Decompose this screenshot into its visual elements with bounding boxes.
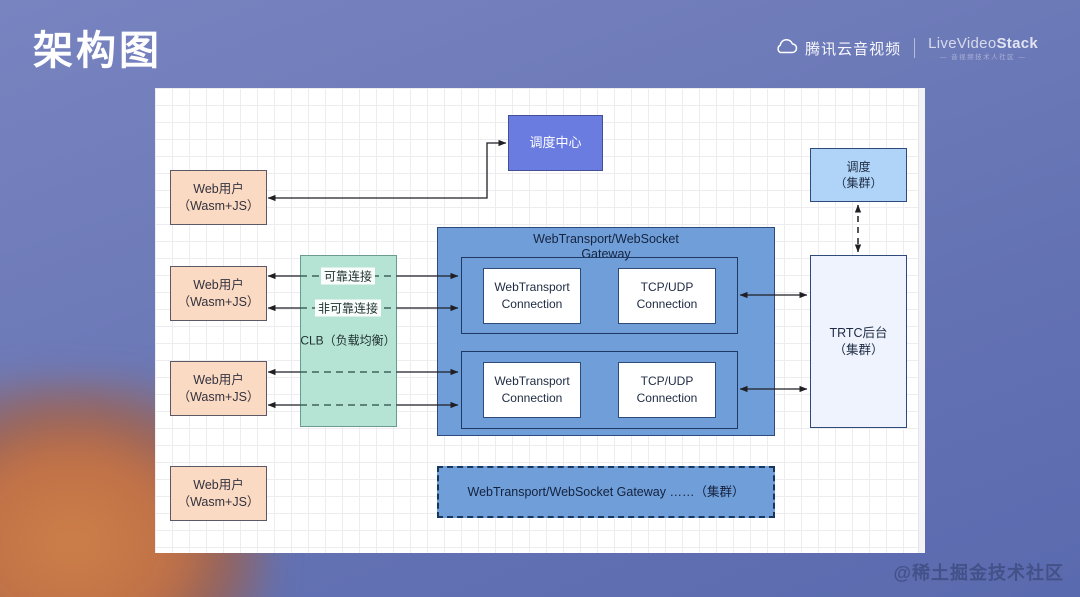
trtc-sublabel: （集群） xyxy=(833,342,884,357)
web-user-box-4: Web用户 （Wasm+JS） xyxy=(170,466,267,521)
web-user-sublabel: （Wasm+JS） xyxy=(177,389,260,404)
diagram-canvas: 调度中心 Web用户 （Wasm+JS） Web用户 （Wasm+JS） Web… xyxy=(155,88,925,553)
webtransport-connection-box-1: WebTransport Connection xyxy=(483,267,581,324)
web-user-box-2: Web用户 （Wasm+JS） xyxy=(170,266,267,321)
header-logos: 腾讯云音视频 LiveVideoStack — 音视频技术人社区 — xyxy=(774,35,1038,61)
web-user-label: Web用户 xyxy=(193,181,244,196)
gateway-cluster-box: WebTransport/WebSocket Gateway ……（集群） xyxy=(437,466,775,518)
gateway-title-line1: WebTransport/WebSocket xyxy=(533,232,679,246)
page-title: 架构图 xyxy=(33,29,162,73)
dispatch-cluster-label: 调度 xyxy=(846,159,871,174)
web-user-box-3: Web用户 （Wasm+JS） xyxy=(170,361,267,416)
unreliable-connection-label: 非可靠连接 xyxy=(314,299,382,317)
dispatch-center-box: 调度中心 xyxy=(508,115,603,171)
web-user-box-1: Web用户 （Wasm+JS） xyxy=(170,170,267,225)
web-user-label: Web用户 xyxy=(193,277,244,292)
clb-label: CLB（负载均衡） xyxy=(300,333,396,348)
dispatch-cluster-box: 调度 （集群） xyxy=(810,148,907,202)
connector-webuser1-dispatchcenter xyxy=(267,139,507,202)
dispatch-center-label: 调度中心 xyxy=(529,135,582,151)
dispatch-cluster-sublabel: （集群） xyxy=(834,176,883,190)
logo-divider xyxy=(914,38,916,59)
gateway-cluster-label: WebTransport/WebSocket Gateway ……（集群） xyxy=(467,484,745,499)
tencent-cloud-logo: 腾讯云音视频 xyxy=(774,37,901,60)
trtc-label: TRTC后台 xyxy=(829,325,888,340)
web-user-label: Web用户 xyxy=(193,372,244,387)
web-user-sublabel: （Wasm+JS） xyxy=(177,198,260,213)
livevideostack-tagline: — 音视频技术人社区 — xyxy=(939,53,1027,61)
reliable-connection-label: 可靠连接 xyxy=(320,267,376,285)
gateway-inner-row-2: WebTransport Connection TCP/UDP Connecti… xyxy=(461,351,738,429)
tencent-logo-label: 腾讯云音视频 xyxy=(805,40,902,58)
livevideostack-logo-text: LiveVideoStack xyxy=(928,35,1038,52)
web-user-label: Web用户 xyxy=(193,477,244,492)
watermark: @稀土掘金技术社区 xyxy=(893,563,1064,583)
gateway-box: WebTransport/WebSocket Gateway WebTransp… xyxy=(437,227,775,436)
web-user-sublabel: （Wasm+JS） xyxy=(177,294,260,309)
livevideostack-logo: LiveVideoStack — 音视频技术人社区 — xyxy=(928,35,1038,61)
webtransport-connection-box-2: WebTransport Connection xyxy=(483,362,581,418)
tcpudp-connection-box-2: TCP/UDP Connection xyxy=(618,362,716,418)
gateway-inner-row-1: WebTransport Connection TCP/UDP Connecti… xyxy=(461,257,738,334)
tcpudp-connection-box-1: TCP/UDP Connection xyxy=(618,267,716,324)
web-user-sublabel: （Wasm+JS） xyxy=(177,494,260,509)
slide: 架构图 腾讯云音视频 LiveVideoStack — 音视频技术人社区 — 调… xyxy=(0,0,1080,597)
canvas-scrollbar[interactable] xyxy=(918,88,925,553)
trtc-backend-box: TRTC后台 （集群） xyxy=(810,255,907,428)
cloud-icon xyxy=(774,37,799,60)
